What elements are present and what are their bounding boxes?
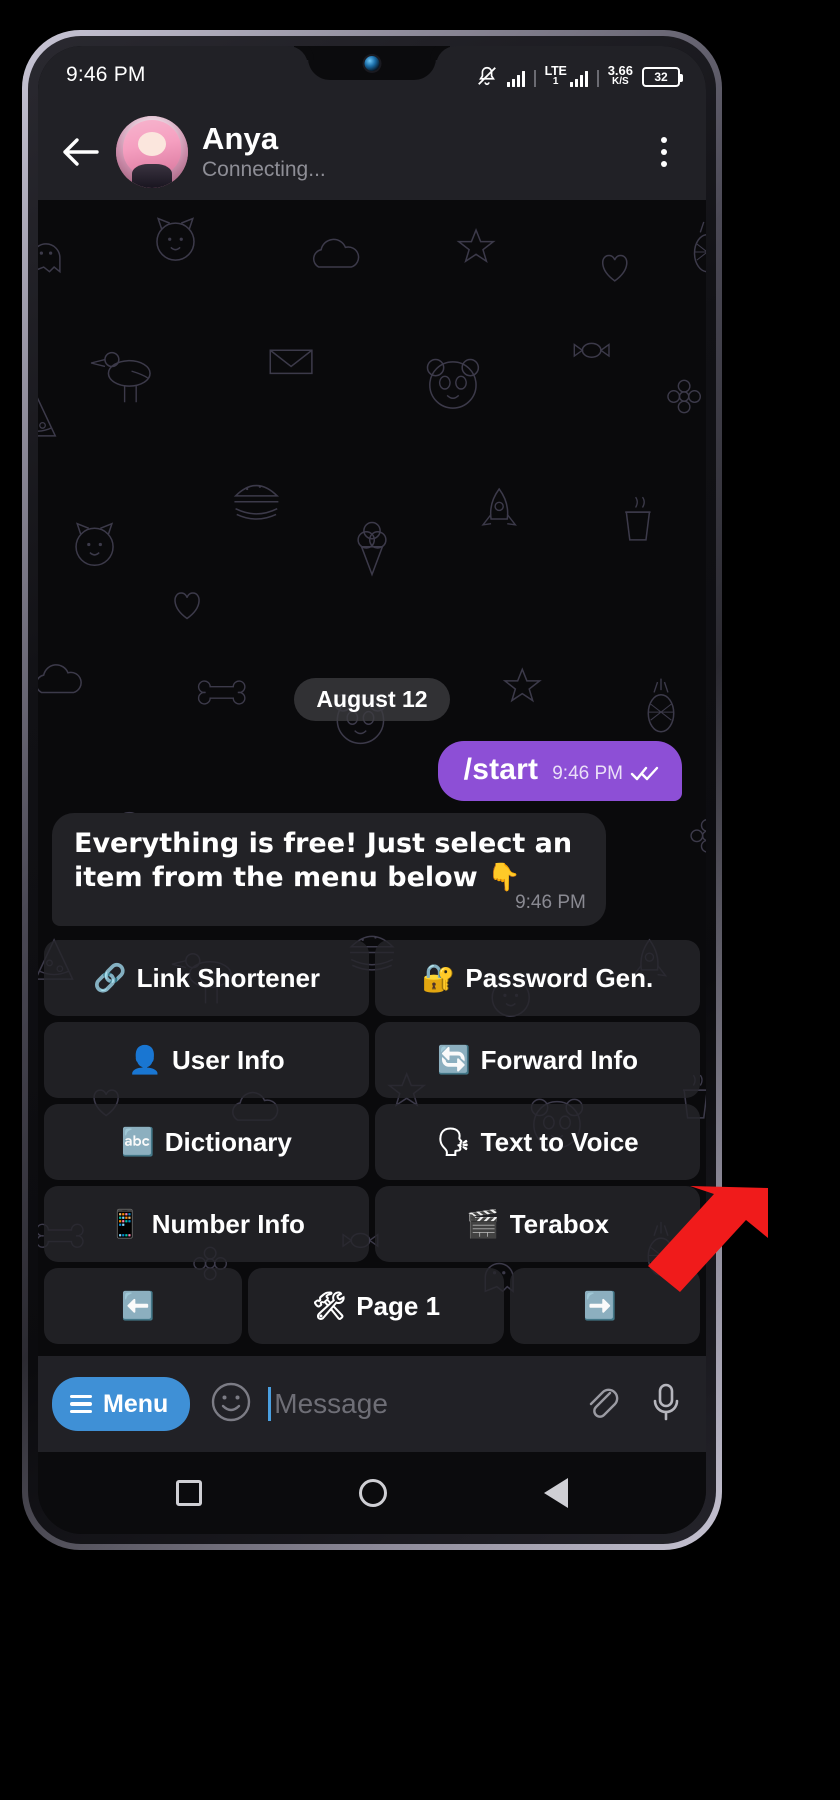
- message-timestamp: 9:46 PM: [552, 762, 623, 784]
- previous-page-button[interactable]: ⬅️: [44, 1268, 242, 1344]
- message-input-bar: Menu Message: [38, 1356, 706, 1452]
- bell-muted-icon: [476, 65, 498, 87]
- phone-frame: 9:46 PM LTE 1 3.66 K/S 32 Anya Connectin…: [22, 30, 722, 1550]
- keyboard-button-label: Password Gen.: [465, 962, 654, 993]
- battery-icon: 32: [642, 66, 683, 87]
- date-separator: August 12: [294, 677, 450, 721]
- chat-body: August 12 /start 9:46 PM Everything is f…: [38, 200, 706, 1356]
- keyboard-button-number-info[interactable]: 📱 Number Info: [44, 1186, 369, 1262]
- keyboard-button-dictionary[interactable]: 🔤 Dictionary: [44, 1104, 369, 1180]
- data-speed-unit: K/S: [612, 75, 629, 87]
- keyboard-row: 👤 User Info 🔄 Forward Info: [44, 1022, 700, 1098]
- status-divider-1: [534, 69, 536, 87]
- bot-menu-button[interactable]: Menu: [52, 1377, 191, 1431]
- keyboard-button-label: Page 1: [356, 1290, 441, 1321]
- message-timestamp: 9:46 PM: [515, 892, 586, 913]
- keyboard-button-label: Dictionary: [164, 1126, 292, 1157]
- status-bar-icons: LTE 1 3.66 K/S 32: [476, 64, 683, 88]
- page-indicator-button[interactable]: 🛠 Page 1: [248, 1268, 504, 1344]
- front-camera-icon: [364, 56, 380, 71]
- status-divider-2: [597, 69, 599, 87]
- message-text: /start: [463, 752, 539, 786]
- keyboard-button-label: User Info: [171, 1044, 285, 1075]
- forward-arrow-icon: 🔄: [436, 1044, 471, 1076]
- circle-icon[interactable]: [358, 1479, 387, 1507]
- bot-menu-label: Menu: [103, 1389, 169, 1418]
- camera-notch: [288, 46, 456, 80]
- keyboard-row: 🔤 Dictionary 🗣 Text to Voice: [44, 1104, 700, 1180]
- keyboard-button-terabox[interactable]: 🎬 Terabox: [375, 1186, 700, 1262]
- keyboard-button-label: Forward Info: [480, 1044, 639, 1075]
- keyboard-button-password-gen[interactable]: 🔐 Password Gen.: [375, 940, 700, 1016]
- microphone-icon[interactable]: [648, 1381, 684, 1428]
- back-arrow-icon[interactable]: [58, 130, 102, 174]
- lte-signal-icon: LTE 1: [545, 65, 589, 88]
- keyboard-row: 🔗 Link Shortener 🔐 Password Gen.: [44, 940, 700, 1016]
- paperclip-icon[interactable]: [582, 1382, 622, 1427]
- reply-keyboard: 🔗 Link Shortener 🔐 Password Gen. 👤 User …: [38, 936, 706, 1350]
- bust-in-silhouette-icon: 👤: [128, 1044, 162, 1076]
- status-bar-clock: 9:46 PM: [66, 63, 146, 86]
- keyboard-pagination-row: ⬅️ 🛠 Page 1 ➡️: [44, 1268, 700, 1344]
- signal-bars-icon: [506, 70, 526, 87]
- keyboard-button-label: Text to Voice: [480, 1126, 639, 1157]
- date-separator-row: August 12: [48, 677, 696, 721]
- chat-title-block[interactable]: Anya Connecting...: [202, 123, 630, 181]
- status-bar: 9:46 PM LTE 1 3.66 K/S 32: [38, 46, 706, 104]
- phone-bezel: 9:46 PM LTE 1 3.66 K/S 32 Anya Connectin…: [28, 36, 716, 1544]
- keyboard-button-label: Number Info: [151, 1208, 305, 1239]
- abcd-icon: 🔤: [121, 1126, 155, 1158]
- message-row-outgoing: /start 9:46 PM: [48, 740, 696, 801]
- smiley-icon[interactable]: [210, 1381, 252, 1428]
- avatar[interactable]: [116, 116, 188, 188]
- android-navigation-bar: [38, 1452, 706, 1534]
- message-input[interactable]: Message: [268, 1387, 582, 1421]
- arrow-right-icon: ➡️: [583, 1290, 617, 1322]
- connection-status: Connecting...: [202, 157, 326, 181]
- page-title: Anya: [202, 121, 279, 157]
- screenshot-stage: 9:46 PM LTE 1 3.66 K/S 32 Anya Connectin…: [0, 0, 840, 1800]
- triangle-back-icon[interactable]: [543, 1478, 568, 1508]
- keyboard-button-user-info[interactable]: 👤 User Info: [44, 1022, 369, 1098]
- keyboard-row: 📱 Number Info 🎬 Terabox: [44, 1186, 700, 1262]
- keyboard-button-link-shortener[interactable]: 🔗 Link Shortener: [44, 940, 369, 1016]
- message-meta: 9:46 PM: [552, 763, 660, 785]
- double-check-icon: [630, 765, 660, 783]
- message-text: Everything is free! Just select an item …: [74, 827, 573, 894]
- hammer-and-wrench-icon: 🛠: [311, 1290, 347, 1322]
- message-bubble-outgoing[interactable]: /start 9:46 PM: [437, 740, 682, 801]
- square-icon[interactable]: [176, 1480, 203, 1506]
- hamburger-icon: [70, 1394, 92, 1414]
- data-speed-value: 3.66: [607, 62, 633, 78]
- keyboard-button-label: Terabox: [509, 1208, 609, 1239]
- next-page-button[interactable]: ➡️: [510, 1268, 700, 1344]
- text-cursor: [268, 1387, 272, 1421]
- keyboard-button-forward-info[interactable]: 🔄 Forward Info: [375, 1022, 700, 1098]
- arrow-left-icon: ⬅️: [121, 1290, 155, 1322]
- kebab-menu-icon[interactable]: [644, 130, 684, 174]
- keyboard-button-label: Link Shortener: [136, 962, 321, 993]
- clapper-board-icon: 🎬: [466, 1208, 500, 1240]
- lte-sublabel: 1: [552, 76, 559, 88]
- message-bubble-incoming[interactable]: Everything is free! Just select an item …: [52, 812, 606, 926]
- battery-percent: 32: [654, 69, 668, 84]
- message-placeholder: Message: [274, 1388, 388, 1419]
- link-icon: 🔗: [92, 962, 127, 994]
- message-list: August 12 /start 9:46 PM Everything is f…: [38, 677, 706, 936]
- mobile-phone-icon: 📱: [108, 1208, 142, 1240]
- chat-header: Anya Connecting...: [38, 104, 706, 200]
- data-speed-indicator: 3.66 K/S: [608, 64, 633, 87]
- speaking-head-icon: 🗣: [436, 1126, 471, 1158]
- phone-screen: 9:46 PM LTE 1 3.66 K/S 32 Anya Connectin…: [38, 46, 706, 1534]
- locked-with-key-icon: 🔐: [421, 962, 456, 994]
- keyboard-button-text-to-voice[interactable]: 🗣 Text to Voice: [375, 1104, 700, 1180]
- message-row-incoming: Everything is free! Just select an item …: [48, 812, 696, 926]
